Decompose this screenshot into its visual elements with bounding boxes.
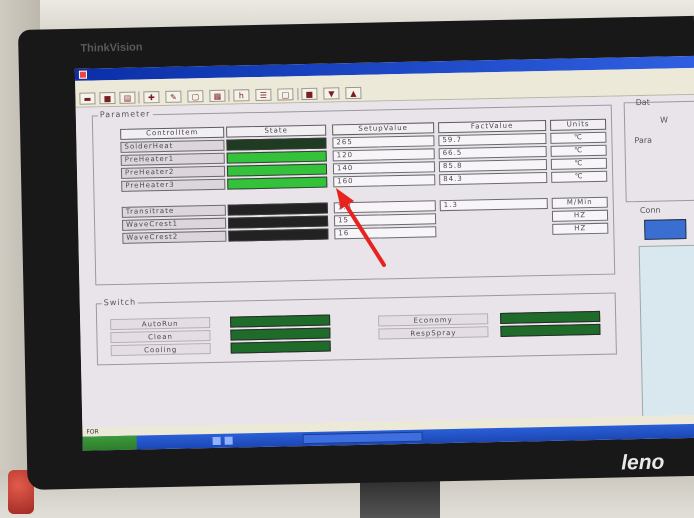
row-transit-rate-setup[interactable]: 1.3: [333, 200, 436, 214]
start-button[interactable]: [82, 435, 137, 451]
row-solder-heat-unit: ℃: [550, 131, 607, 144]
row-preheater3-state[interactable]: [227, 176, 328, 190]
switch-respspray-label: RespSpray: [378, 326, 489, 340]
row-solder-heat-setup[interactable]: 265: [332, 135, 435, 149]
parameter-group-label: Parameter: [97, 109, 153, 120]
monitor: ThinkVision leno ▬ ■ ▤ ✚ ✎ ▢ ▦ h ☰ □ ■ ▼…: [18, 15, 694, 490]
data-group: [623, 100, 694, 203]
conn-group-label: Conn: [639, 205, 661, 216]
row-preheater1-label: PreHeater1: [120, 152, 225, 166]
header-control-item: ControlItem: [120, 126, 225, 140]
tool-open-icon[interactable]: ▬: [79, 92, 96, 105]
tool-edit-icon[interactable]: ✎: [165, 90, 182, 103]
row-preheater2-fact: 85.8: [438, 158, 548, 173]
tool-box-icon[interactable]: □: [277, 88, 294, 101]
switch-clean-indicator[interactable]: [230, 327, 331, 341]
row-preheater2-label: PreHeater2: [120, 165, 226, 179]
tool-save-icon[interactable]: ■: [99, 91, 116, 105]
row-wave-crest2-state[interactable]: [228, 228, 329, 242]
tool-down-icon[interactable]: ▼: [323, 87, 340, 100]
header-fact-value: FactValue: [438, 119, 547, 134]
row-preheater2-state[interactable]: [226, 163, 328, 177]
row-wave-crest2-label: WaveCrest2: [122, 230, 227, 244]
tool-print-icon[interactable]: ▲: [345, 86, 362, 100]
switch-economy-indicator[interactable]: [500, 310, 601, 324]
data-w-label: W: [659, 115, 669, 125]
tool-stop-icon[interactable]: ■: [301, 87, 318, 101]
row-transit-rate-state[interactable]: [227, 202, 328, 216]
row-preheater1-fact: 66.5: [438, 145, 547, 160]
data-para-label: Para: [634, 135, 653, 146]
header-units: Units: [549, 118, 607, 131]
header-setup-value: SetupValue: [332, 122, 435, 136]
row-wave-crest1-setup[interactable]: 15: [333, 213, 437, 227]
row-preheater2-unit: ℃: [550, 157, 608, 170]
row-transit-rate-unit: M/Min: [551, 196, 608, 209]
tool-settings-icon[interactable]: ✚: [143, 91, 160, 104]
row-transit-rate-fact: 1.3: [439, 197, 548, 212]
row-wave-crest2-setup[interactable]: 16: [334, 226, 437, 240]
row-wave-crest1-unit: HZ: [551, 209, 609, 222]
switch-autorun-label: AutoRun: [110, 317, 211, 331]
switch-economy-label: Economy: [378, 313, 489, 327]
row-transit-rate-label: Transitrate: [121, 204, 226, 218]
row-preheater3-label: PreHeater3: [121, 178, 226, 192]
toolbar-separator: [228, 89, 230, 102]
row-solder-heat-fact: 59.7: [438, 132, 547, 147]
monitor-brand-logo: leno: [620, 450, 665, 475]
toolbar-separator: [138, 91, 140, 104]
row-preheater1-setup[interactable]: 120: [332, 148, 435, 162]
row-preheater1-state[interactable]: [226, 150, 327, 164]
data-group-label: Dat: [635, 97, 650, 108]
row-wave-crest1-state[interactable]: [227, 215, 329, 229]
quicklaunch-icon[interactable]: [224, 436, 233, 445]
monitor-brand-top: ThinkVision: [80, 41, 143, 55]
quicklaunch-icon[interactable]: [212, 436, 221, 446]
toolbar-separator: [297, 88, 299, 101]
header-state: State: [226, 124, 327, 138]
side-chart-area: [638, 244, 694, 439]
tool-grid-icon[interactable]: ▦: [209, 89, 226, 103]
row-preheater2-setup[interactable]: 140: [332, 161, 436, 175]
app-icon: [78, 70, 88, 79]
switch-respspray-indicator[interactable]: [500, 323, 601, 337]
tool-help-icon[interactable]: h: [233, 89, 250, 102]
tool-window-icon[interactable]: ▢: [187, 90, 204, 103]
screen: ▬ ■ ▤ ✚ ✎ ▢ ▦ h ☰ □ ■ ▼ ▲ Parameter Cont…: [74, 55, 694, 451]
row-solder-heat-label: SolderHeat: [120, 139, 225, 153]
row-preheater3-unit: ℃: [551, 170, 608, 183]
row-preheater1-unit: ℃: [550, 144, 607, 157]
row-wave-crest1-label: WaveCrest1: [121, 217, 227, 231]
row-preheater3-fact: 84.3: [439, 171, 548, 186]
connect-button[interactable]: [644, 219, 687, 240]
row-preheater3-setup[interactable]: 160: [333, 174, 436, 188]
switch-group-label: Switch: [101, 297, 139, 308]
tool-list-icon[interactable]: ☰: [255, 88, 272, 102]
row-solder-heat-state[interactable]: [226, 137, 327, 151]
taskbar-item-app[interactable]: [302, 431, 423, 445]
tool-chart-icon[interactable]: ▤: [119, 91, 136, 104]
switch-autorun-indicator[interactable]: [230, 314, 331, 328]
main-content: Parameter ControlItem State SetupValue F…: [75, 94, 694, 439]
row-wave-crest2-unit: HZ: [552, 222, 609, 235]
switch-cooling-label: Cooling: [110, 343, 211, 357]
switch-cooling-indicator[interactable]: [230, 340, 331, 354]
switch-clean-label: Clean: [110, 330, 211, 344]
